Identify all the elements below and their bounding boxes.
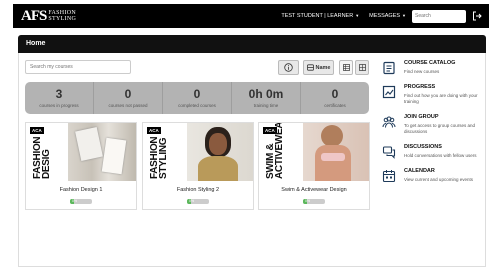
model-outfit <box>198 156 238 181</box>
user-menu[interactable]: TEST STUDENT | LEARNER ▼ <box>281 13 359 19</box>
course-cover-image: ACA FASHION DESIG <box>26 123 136 181</box>
brand-logo[interactable]: AFS FASHION STYLING <box>21 8 76 25</box>
sidebar-item-desc: Find new courses <box>404 69 440 74</box>
sidebar-item-title: DISCUSSIONS <box>404 144 442 150</box>
sidebar: COURSE CATALOG Find new courses PROGRESS F… <box>382 60 486 192</box>
sidebar-item-title: PROGRESS <box>404 84 436 90</box>
sort-icon <box>306 64 314 71</box>
chevron-down-icon: ▼ <box>402 13 406 18</box>
calendar-icon <box>382 170 396 183</box>
grid-view-button[interactable] <box>355 60 369 75</box>
info-button[interactable] <box>278 60 299 75</box>
stat-certificates: 0 certificates <box>301 82 369 114</box>
user-menu-label: TEST STUDENT | LEARNER <box>281 13 354 19</box>
sidebar-item-desc: Find out how you are doing with your tra… <box>404 93 478 104</box>
sort-by-name-button[interactable]: Name <box>303 60 334 75</box>
model-face <box>209 133 227 155</box>
list-view-button[interactable] <box>339 60 353 75</box>
sidebar-item-title: COURSE CATALOG <box>404 60 456 66</box>
sidebar-item-title: CALENDAR <box>404 168 435 174</box>
list-view-icon <box>342 64 350 71</box>
info-icon <box>284 63 293 72</box>
stat-training-time: 0h 0m training time <box>232 82 301 114</box>
sidebar-item-desc: View current and upcoming events <box>404 177 473 182</box>
stat-not-passed: 0 courses not passed <box>94 82 163 114</box>
stat-label: courses not passed <box>108 103 148 108</box>
sidebar-item-join-group[interactable]: JOIN GROUP To get access to group courses… <box>382 114 486 135</box>
stats-panel: 3 courses in progress 0 courses not passed… <box>25 82 369 114</box>
chevron-down-icon: ▼ <box>355 13 360 18</box>
course-title: Fashion Styling 2 <box>176 187 220 193</box>
course-cover-image: ACA SWIM & ACTIVEWEAR <box>259 123 369 181</box>
stat-value: 0 <box>331 87 339 101</box>
messages-label: MESSAGES <box>369 13 401 19</box>
course-progress-bar: 0% <box>187 199 209 204</box>
discussion-icon <box>382 146 396 159</box>
stat-completed: 0 completed courses <box>163 82 232 114</box>
course-title: Fashion Design 1 <box>59 187 103 193</box>
catalog-icon <box>383 61 395 75</box>
course-cover-text: SWIM & ACTIVEWEAR <box>265 123 285 179</box>
stat-in-progress: 3 courses in progress <box>25 82 94 114</box>
model-head <box>321 125 343 147</box>
sidebar-item-desc: Hold conversations with fellow users <box>404 153 477 158</box>
stat-value: 0 <box>193 87 201 101</box>
search-courses-input[interactable] <box>25 60 131 74</box>
course-title: Swim & Activewear Design <box>281 187 347 193</box>
stat-label: courses in progress <box>39 103 79 108</box>
stat-label: training time <box>253 103 279 108</box>
course-card[interactable]: ACA SWIM & ACTIVEWEAR Swim & Activewear … <box>258 122 370 210</box>
course-cover-image: ACA FASHION STYLING <box>143 123 253 181</box>
global-search-input[interactable] <box>412 9 466 23</box>
sidebar-item-course-catalog[interactable]: COURSE CATALOG Find new courses <box>382 60 486 75</box>
course-badge: ACA <box>147 127 161 134</box>
course-progress-text: 0% <box>305 199 311 203</box>
sort-label: Name <box>315 64 331 71</box>
sketch-paper <box>101 137 127 175</box>
stat-value: 3 <box>55 87 63 101</box>
top-navbar: AFS FASHION STYLING TEST STUDENT | LEARN… <box>13 4 489 28</box>
course-cover-text: FASHION STYLING <box>149 136 169 179</box>
stat-label: completed courses <box>178 103 216 108</box>
sidebar-item-desc: To get access to group courses and discu… <box>404 123 476 134</box>
brand-subtitle: FASHION STYLING <box>48 10 76 22</box>
brand-sub-line2: STYLING <box>48 16 77 22</box>
stat-value: 0 <box>124 87 132 101</box>
swimwear-top <box>321 153 345 161</box>
course-progress-bar: 0% <box>70 199 92 204</box>
grid-view-icon <box>358 64 366 71</box>
page-title: Home <box>18 35 486 53</box>
course-cover-text: FASHION DESIG <box>32 136 52 179</box>
progress-icon <box>382 85 396 99</box>
course-card[interactable]: ACA FASHION DESIG Fashion Design 1 0% <box>25 122 137 210</box>
course-progress-bar: 0% <box>303 199 325 204</box>
sidebar-item-calendar[interactable]: CALENDAR View current and upcoming events <box>382 168 486 183</box>
course-progress-text: 0% <box>72 199 78 203</box>
model-body <box>315 145 351 181</box>
sidebar-item-title: JOIN GROUP <box>404 114 439 120</box>
sidebar-item-progress[interactable]: PROGRESS Find out how you are doing with … <box>382 84 486 105</box>
logout-icon[interactable] <box>472 11 482 21</box>
stat-value: 0h 0m <box>248 87 284 101</box>
brand-mark: AFS <box>21 7 47 24</box>
sidebar-item-discussions[interactable]: DISCUSSIONS Hold conversations with fello… <box>382 144 486 159</box>
course-progress-text: 0% <box>189 199 195 203</box>
course-badge: ACA <box>30 127 44 134</box>
course-card[interactable]: ACA FASHION STYLING Fashion Styling 2 0% <box>142 122 254 210</box>
messages-menu[interactable]: MESSAGES ▼ <box>369 13 406 19</box>
group-icon <box>382 116 396 128</box>
sketch-paper <box>75 127 103 161</box>
stat-label: certificates <box>324 103 346 108</box>
